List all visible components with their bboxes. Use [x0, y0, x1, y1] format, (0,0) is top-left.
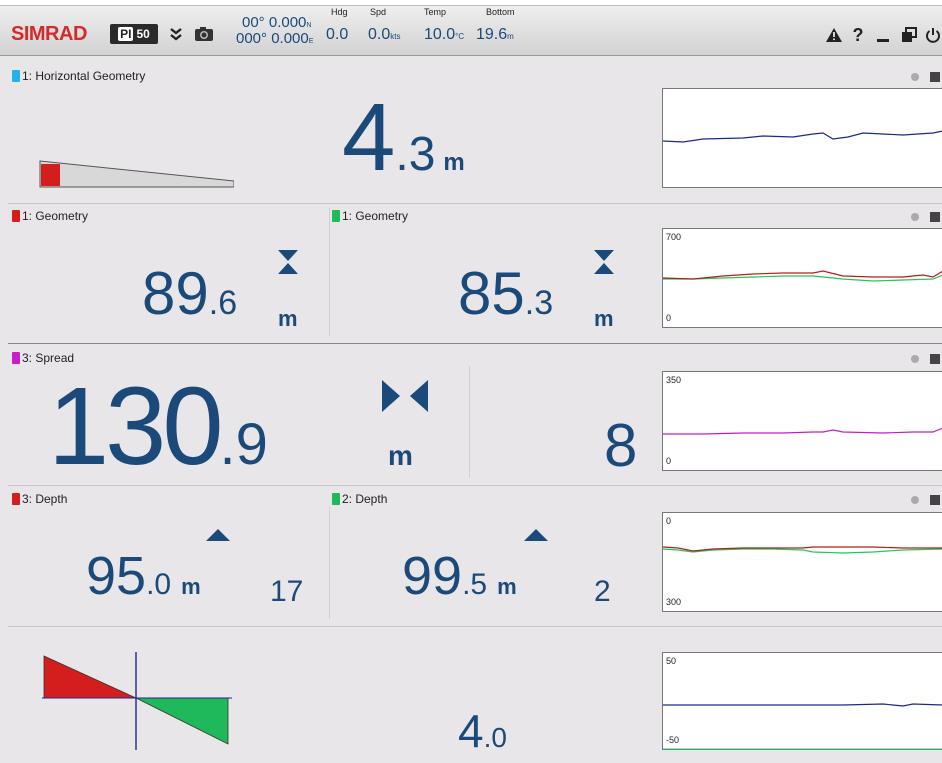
sensor-swatch	[12, 70, 20, 82]
up-triangle-icon	[524, 529, 548, 541]
geometry1-value: 89.6	[142, 260, 238, 327]
roll-trend-line	[663, 703, 942, 750]
geometry1-unit: m	[278, 306, 298, 331]
longitude-readout: 000° 0.000E	[236, 30, 314, 47]
panel-menu-icon[interactable]	[930, 495, 940, 505]
hourglass-icon	[278, 250, 298, 274]
horizontal-gauge	[39, 160, 234, 188]
status-dot	[911, 496, 919, 504]
divider	[469, 366, 470, 478]
model-number: 50	[136, 27, 150, 41]
spread-title: 3: Spread	[12, 351, 74, 365]
temp-value: 10.0°C	[424, 26, 465, 43]
double-chevron-down-icon[interactable]	[165, 22, 187, 46]
roll-indicator	[42, 652, 232, 750]
spread-count: 8	[604, 412, 638, 479]
panel-title: 1: Horizontal Geometry	[12, 69, 145, 83]
horizontal-trend-line	[663, 130, 942, 143]
status-dot	[911, 355, 919, 363]
sensor-swatch	[12, 352, 20, 364]
power-icon[interactable]	[924, 22, 942, 48]
geometry-trend-lines	[663, 270, 942, 282]
sensor-swatch	[12, 493, 20, 505]
spread-value: 130.9	[48, 365, 268, 488]
spd-value: 0.0kts	[368, 26, 401, 43]
roll-trend-chart: 50 -50	[662, 652, 942, 750]
warning-icon[interactable]	[822, 22, 846, 48]
status-dot	[911, 73, 919, 81]
top-bar: SIMRAD PI 50 00° 0.000N 000° 0.000E Hdg …	[0, 0, 942, 56]
bottom-value: 19.6m	[476, 26, 514, 43]
geometry1-title: 1: Geometry	[12, 209, 88, 223]
depth-trend-lines	[663, 546, 942, 554]
horizontal-trend-chart	[662, 88, 942, 188]
spread-arrows-icon	[382, 380, 428, 412]
app-window: SIMRAD PI 50 00° 0.000N 000° 0.000E Hdg …	[0, 0, 942, 763]
restore-icon[interactable]	[898, 22, 920, 48]
depth-trend-chart: 0 300	[662, 512, 942, 612]
depth1-count: 17	[270, 575, 304, 608]
camera-icon[interactable]	[192, 22, 216, 46]
up-triangle-icon	[206, 529, 230, 541]
spd-label: Spd	[370, 7, 387, 17]
horizontal-geometry-value: 4.3 m	[342, 84, 465, 191]
roll-value: 4.0	[458, 705, 507, 757]
model-pi: PI	[118, 27, 134, 41]
hourglass-icon	[594, 250, 614, 274]
sensor-swatch	[12, 210, 20, 222]
divider	[329, 208, 330, 336]
spread-trend-line	[663, 427, 942, 435]
depth2-count: 2	[594, 575, 611, 608]
depth2-title: 2: Depth	[332, 492, 387, 506]
simrad-logo: SIMRAD	[11, 23, 87, 45]
geometry-trend-chart: 700 0	[662, 228, 942, 328]
depth1-value: 95.0 m	[86, 546, 201, 606]
geometry2-value: 85.3	[458, 260, 554, 327]
hdg-value: 0.0	[326, 26, 349, 43]
sensor-swatch	[332, 210, 340, 222]
divider	[329, 507, 330, 619]
status-dot	[911, 213, 919, 221]
panel-menu-icon[interactable]	[930, 72, 940, 82]
help-icon[interactable]: ?	[848, 22, 868, 48]
panel-menu-icon[interactable]	[930, 354, 940, 364]
depth2-value: 99.5 m	[402, 546, 517, 606]
minimize-icon[interactable]	[872, 22, 894, 48]
bottom-label: Bottom	[486, 7, 515, 17]
spread-unit: m	[388, 440, 413, 471]
sensor-swatch	[332, 493, 340, 505]
spread-trend-chart: 350 0	[662, 371, 942, 471]
geometry2-title: 1: Geometry	[332, 209, 408, 223]
depth1-title: 3: Depth	[12, 492, 67, 506]
temp-label: Temp	[424, 7, 447, 17]
panel-menu-icon[interactable]	[930, 212, 940, 222]
geometry2-unit: m	[594, 306, 614, 331]
top-strip	[0, 0, 942, 6]
hdg-label: Hdg	[331, 7, 348, 17]
model-badge: PI 50	[110, 24, 158, 44]
